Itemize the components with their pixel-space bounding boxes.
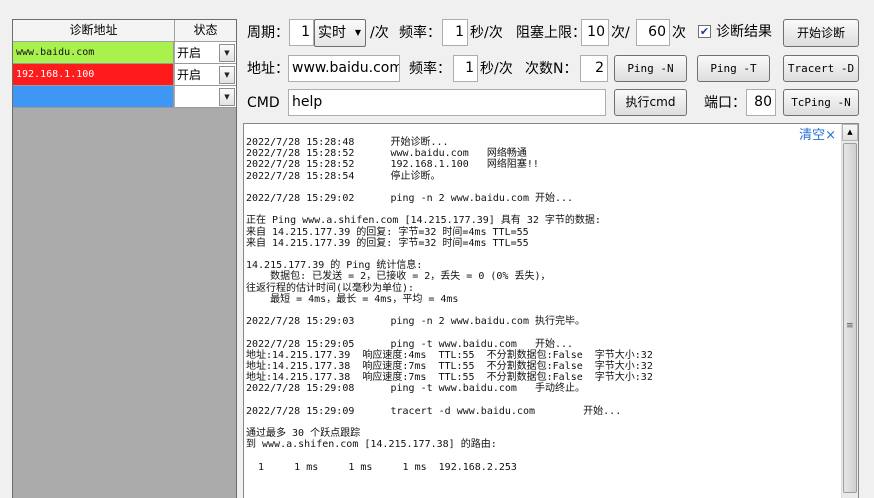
count-input[interactable]: 2 xyxy=(580,55,608,82)
grid-row[interactable]: www.baidu.com 开启 ▼ xyxy=(13,42,236,64)
diagnosis-result-checkbox[interactable]: ✔ xyxy=(698,25,711,38)
log-scrollbar[interactable]: ▲ ≡ xyxy=(841,124,858,498)
block-unit-label: 次/ xyxy=(611,25,630,41)
cmd-label: CMD xyxy=(247,95,280,111)
log-output[interactable]: 2022/7/28 15:28:48 开始诊断... 2022/7/28 15:… xyxy=(243,123,859,498)
cmd-input[interactable]: help xyxy=(288,89,606,116)
frequency2-input[interactable]: 1 xyxy=(453,55,478,82)
period-mode-select[interactable]: 实时 ▼ xyxy=(314,19,366,47)
status-dropdown[interactable]: 开启 ▼ xyxy=(175,42,236,64)
block-limit-label: 阻塞上限： xyxy=(516,25,586,41)
port-label: 端口： xyxy=(704,95,746,111)
grid-row[interactable]: 192.168.1.100 开启 ▼ xyxy=(13,64,236,86)
frequency-input[interactable]: 1 xyxy=(442,19,468,46)
diagnosis-result-label: 诊断结果 xyxy=(716,24,772,40)
clear-log-button[interactable]: 清空× xyxy=(799,128,836,144)
sec-per-time2-label: 秒/次 xyxy=(480,61,513,77)
status-dropdown[interactable]: ▼ xyxy=(175,86,236,108)
sec-per-time-label: 秒/次 xyxy=(470,25,503,41)
address-cell[interactable]: www.baidu.com xyxy=(13,42,174,64)
block-total-unit-label: 次 xyxy=(672,25,686,41)
log-text: 2022/7/28 15:28:48 开始诊断... 2022/7/28 15:… xyxy=(246,137,653,473)
address-cell[interactable] xyxy=(13,86,174,108)
address-label: 地址： xyxy=(247,61,289,77)
address-input[interactable]: www.baidu.com xyxy=(288,55,400,82)
status-value: 开启 xyxy=(177,46,202,60)
scroll-up-icon[interactable]: ▲ xyxy=(842,124,858,141)
address-grid[interactable]: 诊断地址 状态 www.baidu.com 开启 ▼ 192.168.1.100… xyxy=(12,19,237,498)
tcping-button[interactable]: TcPing -N xyxy=(783,89,859,116)
period-mode-value: 实时 xyxy=(318,25,346,41)
block-total-input[interactable]: 60 xyxy=(636,19,670,46)
status-dropdown[interactable]: 开启 ▼ xyxy=(175,64,236,86)
per-time-label: /次 xyxy=(370,25,389,41)
ping-t-button[interactable]: Ping -T xyxy=(697,55,770,82)
tracert-button[interactable]: Tracert -D xyxy=(783,55,859,82)
column-header-status[interactable]: 状态 xyxy=(175,20,236,42)
start-diagnosis-button[interactable]: 开始诊断 xyxy=(783,19,859,47)
period-input[interactable]: 1 xyxy=(289,19,314,46)
scroll-thumb[interactable]: ≡ xyxy=(843,143,857,493)
chevron-down-icon[interactable]: ▼ xyxy=(219,66,235,84)
status-value: 开启 xyxy=(177,68,202,82)
execute-cmd-button[interactable]: 执行cmd xyxy=(614,89,687,116)
chevron-down-icon[interactable]: ▼ xyxy=(219,44,235,62)
block-count-input[interactable]: 10 xyxy=(581,19,609,46)
frequency-label: 频率： xyxy=(399,25,441,41)
count-label: 次数N： xyxy=(525,61,578,77)
frequency2-label: 频率： xyxy=(409,61,451,77)
port-input[interactable]: 80 xyxy=(746,89,776,116)
ping-n-button[interactable]: Ping -N xyxy=(614,55,687,82)
grip-icon: ≡ xyxy=(846,321,854,331)
period-label: 周期： xyxy=(247,25,289,41)
chevron-down-icon[interactable]: ▼ xyxy=(219,88,235,106)
grid-row-new[interactable]: ▼ xyxy=(13,86,236,108)
chevron-down-icon: ▼ xyxy=(354,28,361,37)
column-header-address[interactable]: 诊断地址 xyxy=(13,20,175,42)
address-cell[interactable]: 192.168.1.100 xyxy=(13,64,174,86)
